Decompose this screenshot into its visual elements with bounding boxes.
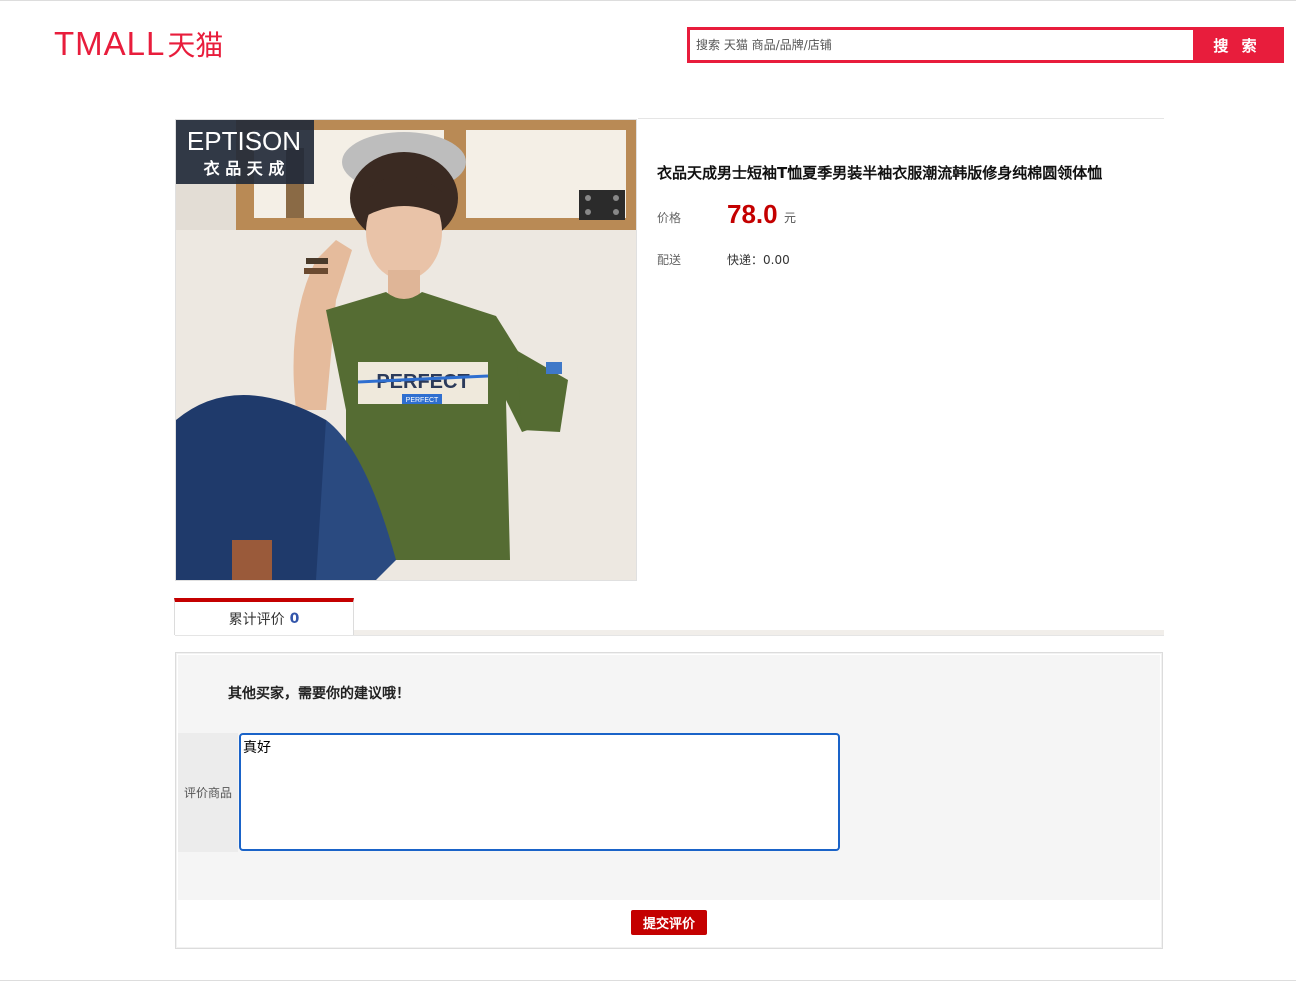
tmall-logo[interactable]: TMALL 天猫 [54, 25, 224, 62]
review-form-body: 其他买家，需要你的建议哦！ 评价商品 真好 [178, 655, 1160, 900]
delivery-value: 快递：0.00 [727, 253, 790, 267]
product-title: 衣品天成男士短袖T恤夏季男装半袖衣服潮流韩版修身纯棉圆领体恤 [657, 164, 1103, 182]
review-count-badge: 0 [289, 610, 300, 627]
review-form: 其他买家，需要你的建议哦！ 评价商品 真好 提交评价 [175, 652, 1163, 949]
tab-reviews[interactable]: 累计评价 0 [174, 598, 354, 635]
top-divider [0, 0, 1296, 1]
search-bar: 搜 索 [687, 27, 1284, 63]
price-label: 价格 [657, 211, 682, 225]
review-field-label: 评价商品 [178, 733, 238, 852]
brand-badge-latin: EPTISON [187, 126, 301, 156]
brand-badge-cjk: 衣 品 天 成 [204, 159, 285, 178]
bottom-divider [0, 980, 1296, 981]
logo-latin-text: TMALL [54, 25, 166, 62]
product-image[interactable]: PERFECT PERFECT EPTISON 衣 品 天 成 [175, 119, 637, 581]
tab-reviews-label: 累计评价 [228, 611, 285, 628]
price-unit: 元 [784, 211, 797, 225]
shirt-print-subtext: PERFECT [406, 397, 439, 404]
product-photo-illustration: PERFECT PERFECT EPTISON 衣 品 天 成 [176, 120, 636, 580]
product-info-divider [638, 118, 1164, 119]
search-input[interactable] [690, 30, 1193, 60]
logo-cjk-text: 天猫 [167, 29, 224, 62]
price-value: 78.0 [727, 199, 778, 229]
review-textarea[interactable]: 真好 [239, 733, 840, 851]
page: TMALL 天猫 搜 索 天猫 商品/品牌/店铺 搜 索 PERFECT PER… [0, 0, 1296, 984]
search-button[interactable]: 搜 索 [1193, 30, 1281, 60]
review-prompt: 其他买家，需要你的建议哦！ [228, 686, 410, 702]
submit-review-button[interactable]: 提交评价 [631, 910, 707, 935]
delivery-label: 配送 [657, 253, 682, 267]
